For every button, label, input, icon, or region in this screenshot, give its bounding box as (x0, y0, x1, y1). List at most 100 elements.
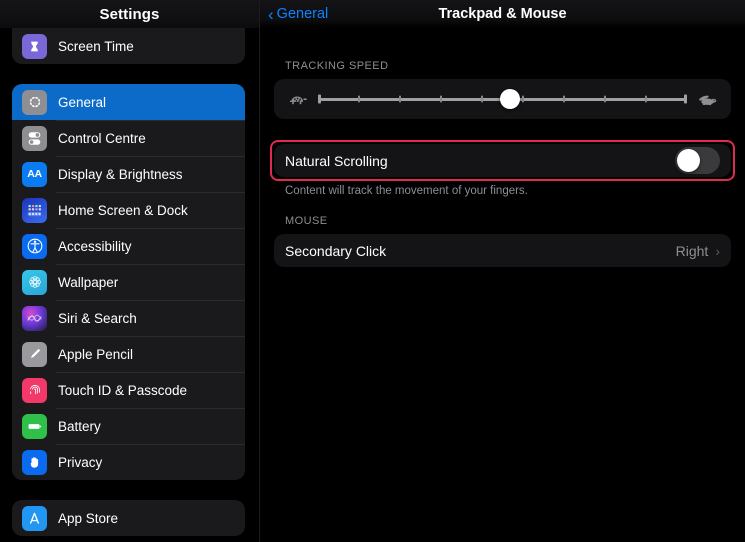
page-title: Trackpad & Mouse (438, 6, 567, 22)
tortoise-glyph (289, 96, 307, 105)
sidebar-gap-1 (0, 64, 259, 84)
slider-tick (398, 95, 401, 103)
sidebar-item-siri-search[interactable]: Siri & Search (12, 300, 245, 336)
back-button[interactable]: ‹ General (268, 6, 328, 23)
hand-glyph (30, 456, 39, 468)
slider-tick (439, 95, 442, 103)
sidebar-scroll-area[interactable]: Screen Time General Control Centre AA Di… (0, 28, 259, 542)
sidebar-item-apple-pencil[interactable]: Apple Pencil (12, 336, 245, 372)
hare-glyph (698, 95, 716, 105)
toggles-icon (22, 125, 47, 151)
hand-icon (22, 449, 47, 475)
hourglass-glyph (31, 41, 38, 51)
sidebar-title: Settings (0, 0, 259, 28)
secondary-click-value: Right (675, 242, 709, 259)
sidebar-item-label: Control Centre (58, 130, 146, 146)
tracking-speed-card (274, 79, 731, 119)
detail-pane: ‹ General Trackpad & Mouse TRACKING SPEE… (260, 0, 745, 542)
battery-icon (22, 413, 47, 439)
slider-tick (603, 95, 606, 103)
aa-text-icon: AA (22, 161, 47, 187)
gear-glyph (28, 95, 41, 109)
home-grid-icon (22, 197, 47, 223)
sidebar-item-display-brightness[interactable]: AA Display & Brightness (12, 156, 245, 192)
sidebar-item-label: Wallpaper (58, 274, 119, 290)
sidebar-group-top: Screen Time (12, 28, 245, 64)
toggle-knob (677, 149, 700, 172)
slider-tick (521, 95, 524, 103)
sidebar-item-general[interactable]: General (12, 84, 245, 120)
slider-cap-left (318, 94, 321, 104)
natural-scrolling-toggle[interactable] (675, 147, 720, 174)
hare-icon (695, 92, 719, 107)
fingerprint-glyph (29, 385, 40, 395)
slider-tick (480, 95, 483, 103)
detail-content: TRACKING SPEED Natural Scrolling Content… (260, 28, 745, 267)
wallpaper-flower-icon (22, 269, 47, 295)
pencil-icon (22, 341, 47, 367)
flower-glyph (28, 276, 41, 288)
chevron-right-icon: › (715, 242, 720, 259)
sidebar-item-touch-id-passcode[interactable]: Touch ID & Passcode (12, 372, 245, 408)
settings-sidebar: Settings Screen Time General Control Cen… (0, 0, 260, 542)
tracking-speed-slider[interactable] (318, 88, 687, 110)
sidebar-item-label: Apple Pencil (58, 346, 134, 362)
sidebar-item-screen-time[interactable]: Screen Time (12, 28, 245, 64)
sidebar-item-label: Touch ID & Passcode (58, 382, 188, 398)
sidebar-item-label: Accessibility (58, 238, 132, 254)
pencil-glyph (30, 348, 40, 358)
aa-glyph: AA (27, 168, 42, 180)
sidebar-item-label: App Store (58, 510, 119, 526)
sidebar-item-label: Siri & Search (58, 310, 137, 326)
sidebar-item-wallpaper[interactable]: Wallpaper (12, 264, 245, 300)
siri-orb-icon (22, 305, 47, 331)
sidebar-item-battery[interactable]: Battery (12, 408, 245, 444)
sidebar-item-label: Home Screen & Dock (58, 202, 188, 218)
natural-scrolling-wrap: Natural Scrolling (270, 140, 735, 181)
app-store-glyph (29, 512, 40, 524)
sidebar-gap-2 (0, 480, 259, 500)
tortoise-icon (286, 92, 310, 106)
app-store-icon (22, 505, 47, 531)
accessibility-icon (22, 233, 47, 259)
natural-scrolling-card: Natural Scrolling (274, 144, 731, 177)
sidebar-item-label: General (58, 94, 107, 110)
hourglass-icon (22, 33, 47, 59)
sidebar-item-home-screen-dock[interactable]: Home Screen & Dock (12, 192, 245, 228)
chevron-left-icon: ‹ (268, 4, 274, 24)
section-header-mouse: MOUSE (285, 215, 328, 227)
sidebar-item-label: Screen Time (58, 38, 134, 54)
tracking-speed-row (274, 79, 731, 119)
natural-scrolling-row[interactable]: Natural Scrolling (274, 144, 731, 177)
secondary-click-label: Secondary Click (285, 242, 387, 259)
secondary-click-value-group: Right › (676, 243, 720, 259)
secondary-click-row[interactable]: Secondary Click Right › (274, 234, 731, 267)
sidebar-item-accessibility[interactable]: Accessibility (12, 228, 245, 264)
sidebar-item-app-store[interactable]: App Store (12, 500, 245, 536)
fingerprint-icon (22, 377, 47, 403)
natural-scrolling-footnote: Content will track the movement of your … (285, 185, 528, 197)
sidebar-item-label: Privacy (58, 454, 103, 470)
detail-nav-bar: ‹ General Trackpad & Mouse (260, 0, 745, 28)
sidebar-group-system: General Control Centre AA Display & Brig… (12, 84, 245, 480)
battery-glyph (28, 423, 42, 429)
section-header-tracking-speed: TRACKING SPEED (285, 60, 389, 72)
mouse-card: Secondary Click Right › (274, 234, 731, 267)
section-header-scrolling (274, 119, 731, 144)
settings-window: Settings Screen Time General Control Cen… (0, 0, 745, 542)
natural-scrolling-label: Natural Scrolling (285, 152, 388, 169)
slider-cap-right (684, 94, 687, 104)
gear-icon (22, 89, 47, 115)
slider-thumb[interactable] (499, 89, 520, 109)
sidebar-item-control-centre[interactable]: Control Centre (12, 120, 245, 156)
back-button-label: General (276, 6, 329, 22)
slider-tick (357, 95, 360, 103)
toggles-glyph (28, 131, 41, 145)
sidebar-item-label: Display & Brightness (58, 166, 183, 182)
slider-tick (644, 95, 647, 103)
sidebar-item-privacy[interactable]: Privacy (12, 444, 245, 480)
sidebar-group-stores: App Store (12, 500, 245, 536)
accessibility-glyph (27, 238, 42, 254)
home-grid-glyph (27, 204, 42, 216)
sidebar-item-label: Battery (58, 418, 101, 434)
